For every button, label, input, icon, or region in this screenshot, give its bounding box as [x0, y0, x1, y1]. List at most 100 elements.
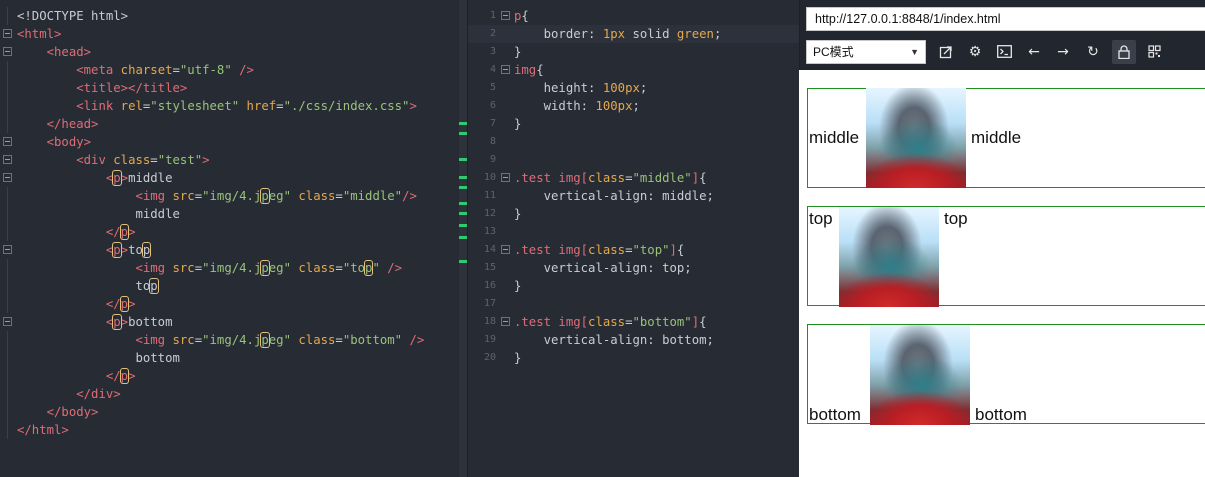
- paragraph-text: middle: [971, 128, 1022, 147]
- fold-toggle-icon[interactable]: [3, 47, 12, 56]
- code-line[interactable]: <img src="img/4.jpeg" class="bottom" />: [0, 331, 467, 349]
- indent-guide: [7, 205, 8, 223]
- line-number: 1: [489, 10, 496, 21]
- code-line[interactable]: <link rel="stylesheet" href="./css/index…: [0, 97, 467, 115]
- line-number: 14: [483, 244, 496, 255]
- indent-guide: [7, 223, 8, 241]
- css-code-area[interactable]: 1 p{2 border: 1px solid green; 3} 4 img{5 he…: [468, 7, 799, 367]
- line-number: 13: [483, 226, 496, 237]
- refresh-icon[interactable]: ↻: [1081, 40, 1105, 64]
- code-line[interactable]: <title></title>: [0, 79, 467, 97]
- line-number: 12: [483, 208, 496, 219]
- fold-toggle-icon[interactable]: [3, 29, 12, 38]
- code-line[interactable]: <div class="test">: [0, 151, 467, 169]
- line-number: 3: [489, 46, 496, 57]
- line-number: 17: [483, 298, 496, 309]
- code-line[interactable]: <!DOCTYPE html>: [0, 7, 467, 25]
- mode-select[interactable]: PC模式 ▼: [806, 40, 926, 64]
- change-marker: [459, 224, 467, 227]
- code-text: <img src="img/4.jpeg" class="top" />: [135, 260, 403, 276]
- line-number: 19: [483, 334, 496, 345]
- code-line[interactable]: </body>: [0, 403, 467, 421]
- html-editor-pane[interactable]: <!DOCTYPE html> <html> <head> <meta chars…: [0, 0, 467, 477]
- code-line[interactable]: <meta charset="utf-8" />: [0, 61, 467, 79]
- code-line[interactable]: </p>: [0, 367, 467, 385]
- fold-toggle-icon[interactable]: [3, 137, 12, 146]
- paragraph-top: top top: [807, 206, 1205, 307]
- code-line[interactable]: 4 img{: [468, 61, 799, 79]
- fold-toggle-icon[interactable]: [3, 245, 12, 254]
- code-line[interactable]: 17: [468, 295, 799, 313]
- code-text: <html>: [17, 27, 62, 41]
- indent-guide: [7, 385, 8, 403]
- fold-toggle-icon[interactable]: [501, 245, 510, 254]
- code-line[interactable]: <body>: [0, 133, 467, 151]
- url-input[interactable]: http://127.0.0.1:8848/1/index.html: [806, 7, 1205, 31]
- fold-toggle-icon[interactable]: [501, 65, 510, 74]
- change-marker: [459, 186, 467, 189]
- code-text: .test img[class="middle"]{: [514, 171, 707, 185]
- code-line[interactable]: bottom: [0, 349, 467, 367]
- code-line[interactable]: 14 .test img[class="top"]{: [468, 241, 799, 259]
- code-line[interactable]: <p>bottom: [0, 313, 467, 331]
- code-line[interactable]: 1 p{: [468, 7, 799, 25]
- code-text: <img src="img/4.jpeg" class="bottom" />: [135, 332, 425, 348]
- code-line[interactable]: </head>: [0, 115, 467, 133]
- code-line[interactable]: 16}: [468, 277, 799, 295]
- code-line[interactable]: </p>: [0, 295, 467, 313]
- code-line[interactable]: <html>: [0, 25, 467, 43]
- code-line[interactable]: 19 vertical-align: bottom;: [468, 331, 799, 349]
- grid-icon[interactable]: [1142, 40, 1166, 64]
- line-number: 5: [489, 82, 496, 93]
- indent-guide: [7, 331, 8, 349]
- fold-toggle-icon[interactable]: [3, 155, 12, 164]
- gear-icon[interactable]: ⚙: [963, 40, 987, 64]
- code-line[interactable]: 7}: [468, 115, 799, 133]
- code-line[interactable]: 12}: [468, 205, 799, 223]
- code-line[interactable]: <img src="img/4.jpeg" class="middle"/>: [0, 187, 467, 205]
- fold-toggle-icon[interactable]: [501, 173, 510, 182]
- fold-toggle-icon[interactable]: [501, 317, 510, 326]
- fold-toggle-icon[interactable]: [3, 317, 12, 326]
- fold-toggle-icon[interactable]: [3, 173, 12, 182]
- code-line[interactable]: 2 border: 1px solid green;: [468, 25, 799, 43]
- indent-guide: [7, 349, 8, 367]
- code-line[interactable]: 13: [468, 223, 799, 241]
- code-line[interactable]: 6 width: 100px;: [468, 97, 799, 115]
- external-link-icon[interactable]: [934, 40, 958, 64]
- code-text: <p>middle: [105, 170, 173, 186]
- code-text: bottom: [135, 351, 180, 365]
- code-line[interactable]: 8: [468, 133, 799, 151]
- code-text: </html>: [17, 423, 69, 437]
- line-number: 9: [489, 154, 496, 165]
- code-line[interactable]: 10 .test img[class="middle"]{: [468, 169, 799, 187]
- code-line[interactable]: 15 vertical-align: top;: [468, 259, 799, 277]
- paragraph-bottom: bottom bottom: [807, 324, 1205, 425]
- code-line[interactable]: <img src="img/4.jpeg" class="top" />: [0, 259, 467, 277]
- code-line[interactable]: 3}: [468, 43, 799, 61]
- code-line[interactable]: 9: [468, 151, 799, 169]
- code-line[interactable]: <p>middle: [0, 169, 467, 187]
- fold-toggle-icon[interactable]: [501, 11, 510, 20]
- lock-icon[interactable]: [1112, 40, 1136, 64]
- code-line[interactable]: <p>top: [0, 241, 467, 259]
- code-line[interactable]: 5 height: 100px;: [468, 79, 799, 97]
- code-line[interactable]: </html>: [0, 421, 467, 439]
- html-code-area[interactable]: <!DOCTYPE html> <html> <head> <meta chars…: [0, 7, 467, 439]
- code-line[interactable]: 20}: [468, 349, 799, 367]
- code-line[interactable]: 11 vertical-align: middle;: [468, 187, 799, 205]
- code-line[interactable]: middle: [0, 205, 467, 223]
- code-line[interactable]: <head>: [0, 43, 467, 61]
- code-text: <meta charset="utf-8" />: [76, 63, 254, 77]
- code-line[interactable]: top: [0, 277, 467, 295]
- arrow-right-icon[interactable]: →: [1051, 40, 1075, 64]
- code-text: .test img[class="top"]{: [514, 243, 685, 257]
- code-line[interactable]: </p>: [0, 223, 467, 241]
- change-marker: [459, 158, 467, 161]
- terminal-icon[interactable]: [992, 40, 1016, 64]
- css-editor-pane[interactable]: 1 p{2 border: 1px solid green; 3} 4 img{5 he…: [467, 0, 799, 477]
- code-line[interactable]: 18 .test img[class="bottom"]{: [468, 313, 799, 331]
- code-text: }: [514, 207, 522, 221]
- arrow-left-icon[interactable]: ←: [1022, 40, 1046, 64]
- code-line[interactable]: </div>: [0, 385, 467, 403]
